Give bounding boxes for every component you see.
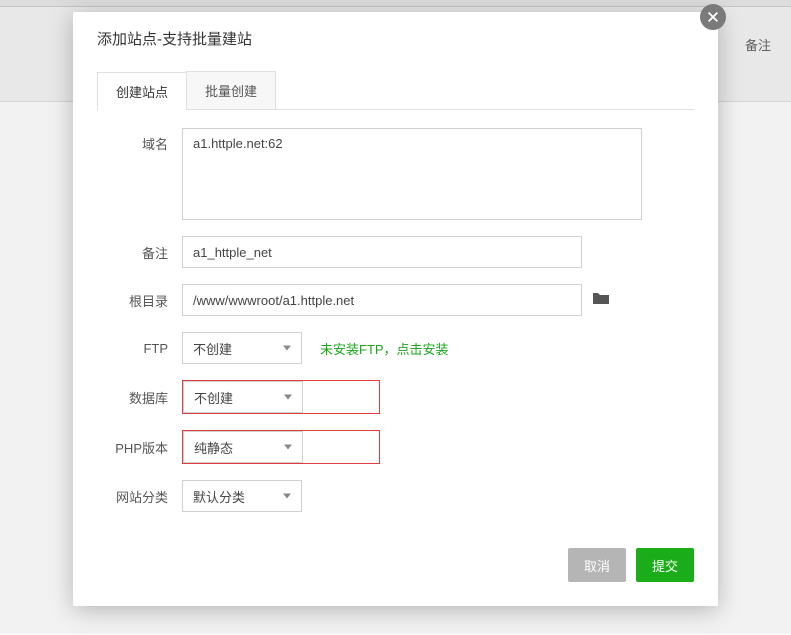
database-select[interactable]: 不创建 <box>183 381 303 413</box>
form: 域名 备注 根目录 <box>73 110 718 536</box>
submit-button[interactable]: 提交 <box>636 548 694 582</box>
database-highlight-box: 不创建 <box>182 380 380 414</box>
tab-batch-create[interactable]: 批量创建 <box>186 71 276 109</box>
ftp-install-hint[interactable]: 未安装FTP，点击安装 <box>320 339 449 358</box>
category-label: 网站分类 <box>97 487 182 506</box>
chevron-down-icon <box>284 395 292 400</box>
modal-title: 添加站点-支持批量建站 <box>73 12 718 61</box>
ftp-select[interactable]: 不创建 <box>182 332 302 364</box>
php-label: PHP版本 <box>97 438 182 457</box>
tab-create-site[interactable]: 创建站点 <box>97 72 187 110</box>
chevron-down-icon <box>284 445 292 450</box>
modal-footer: 取消 提交 <box>73 536 718 606</box>
category-select-value: 默认分类 <box>193 487 245 506</box>
tab-label: 批量创建 <box>205 84 257 99</box>
ftp-select-value: 不创建 <box>193 339 232 358</box>
database-spacer <box>303 381 379 413</box>
cancel-button[interactable]: 取消 <box>568 548 626 582</box>
database-label: 数据库 <box>97 388 182 407</box>
chevron-down-icon <box>283 494 291 499</box>
modal-close-button[interactable] <box>700 4 726 30</box>
root-input[interactable] <box>182 284 582 316</box>
close-icon <box>706 10 720 24</box>
database-select-value: 不创建 <box>194 388 233 407</box>
root-label: 根目录 <box>97 291 182 310</box>
remark-label: 备注 <box>97 243 182 262</box>
ftp-label: FTP <box>97 341 182 356</box>
domain-label: 域名 <box>97 128 182 153</box>
add-site-modal: 添加站点-支持批量建站 创建站点 批量创建 域名 备注 <box>73 12 718 606</box>
php-select-value: 纯静态 <box>194 438 233 457</box>
remark-input[interactable] <box>182 236 582 268</box>
php-select[interactable]: 纯静态 <box>183 431 303 463</box>
folder-icon[interactable] <box>592 291 610 310</box>
php-spacer <box>303 431 379 463</box>
chevron-down-icon <box>283 346 291 351</box>
category-select[interactable]: 默认分类 <box>182 480 302 512</box>
tab-label: 创建站点 <box>116 85 168 100</box>
tabs: 创建站点 批量创建 <box>97 71 694 110</box>
modal-backdrop: 添加站点-支持批量建站 创建站点 批量创建 域名 备注 <box>0 0 791 634</box>
domain-input[interactable] <box>182 128 642 220</box>
php-highlight-box: 纯静态 <box>182 430 380 464</box>
